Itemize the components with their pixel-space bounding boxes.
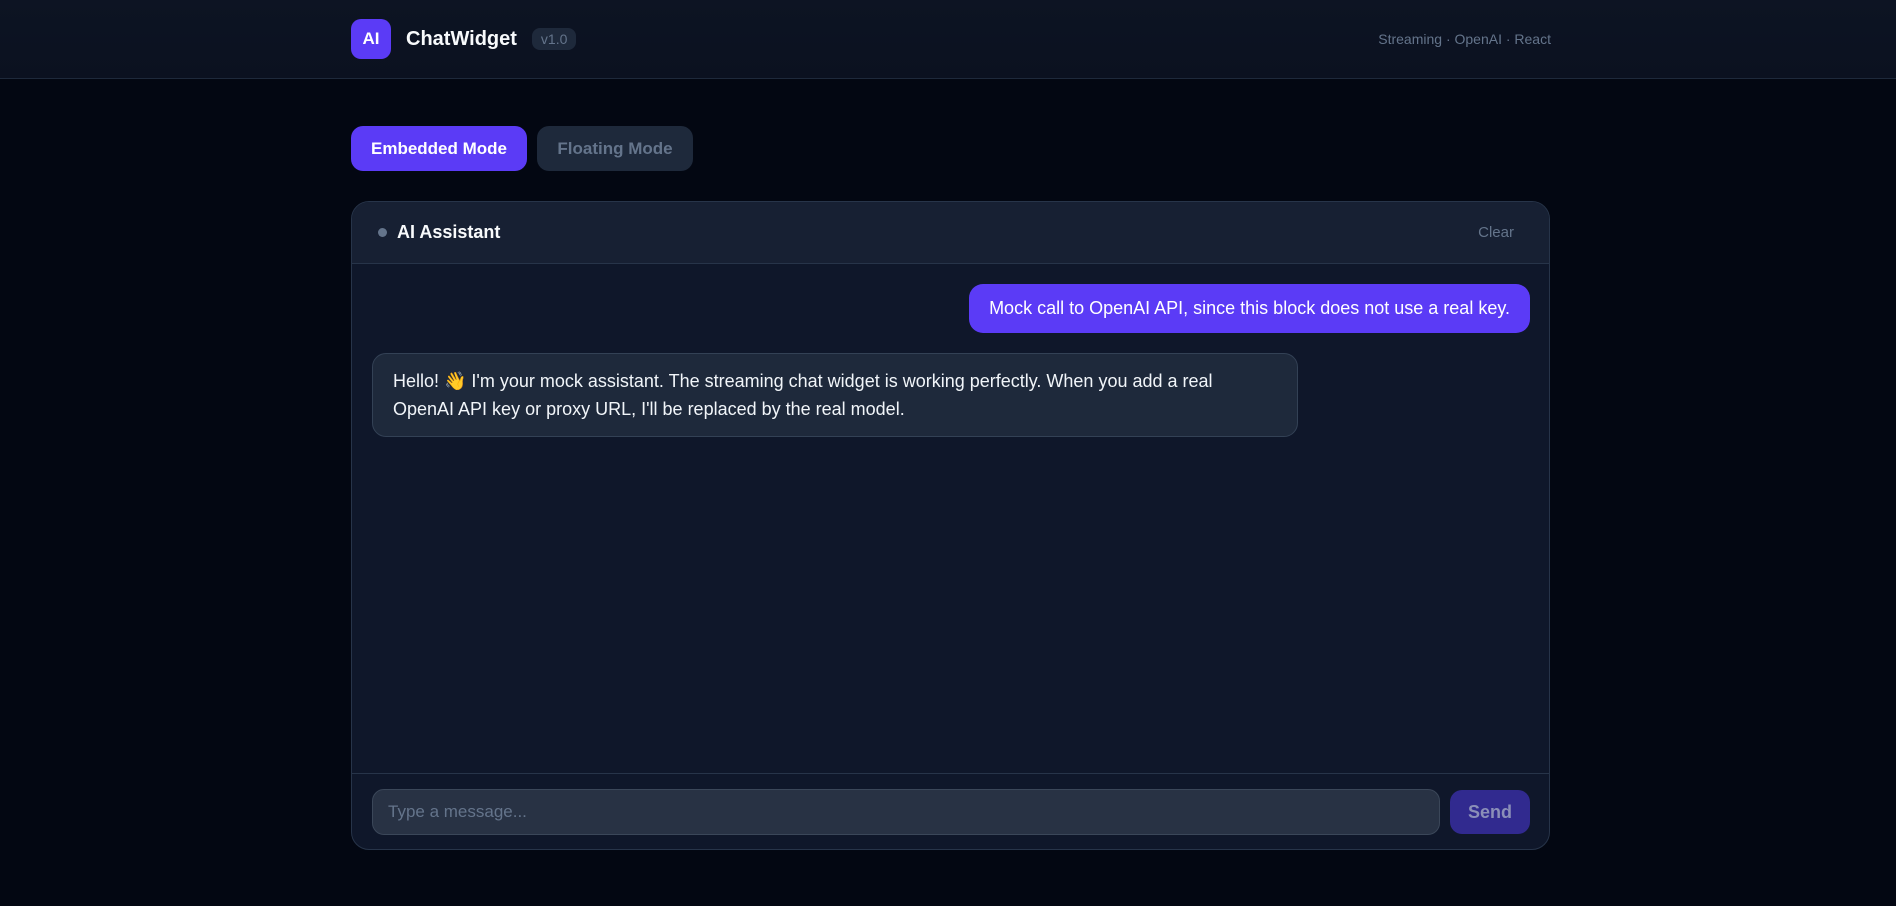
chat-header: AI Assistant Clear [352, 202, 1549, 264]
clear-button[interactable]: Clear [1478, 224, 1514, 241]
embedded-mode-button[interactable]: Embedded Mode [351, 126, 527, 171]
composer: Send [352, 773, 1549, 849]
user-message: Mock call to OpenAI API, since this bloc… [969, 284, 1530, 333]
app-title: ChatWidget [406, 27, 517, 50]
tagline: Streaming · OpenAI · React [1378, 31, 1551, 47]
mode-switcher: Embedded Mode Floating Mode [351, 126, 693, 171]
send-button[interactable]: Send [1450, 790, 1530, 834]
status-dot-icon [378, 228, 387, 237]
assistant-message: Hello! 👋 I'm your mock assistant. The st… [372, 353, 1298, 437]
brand: AI ChatWidget v1.0 [351, 19, 577, 59]
message-list: Mock call to OpenAI API, since this bloc… [352, 264, 1549, 773]
floating-mode-button[interactable]: Floating Mode [537, 126, 693, 171]
chat-title: AI Assistant [397, 222, 501, 242]
chat-panel: AI Assistant Clear Mock call to OpenAI A… [351, 201, 1550, 850]
version-badge: v1.0 [531, 28, 577, 50]
top-bar: AI ChatWidget v1.0 Streaming · OpenAI · … [0, 0, 1896, 79]
message-input[interactable] [372, 789, 1440, 835]
ai-logo-icon: AI [351, 19, 391, 59]
